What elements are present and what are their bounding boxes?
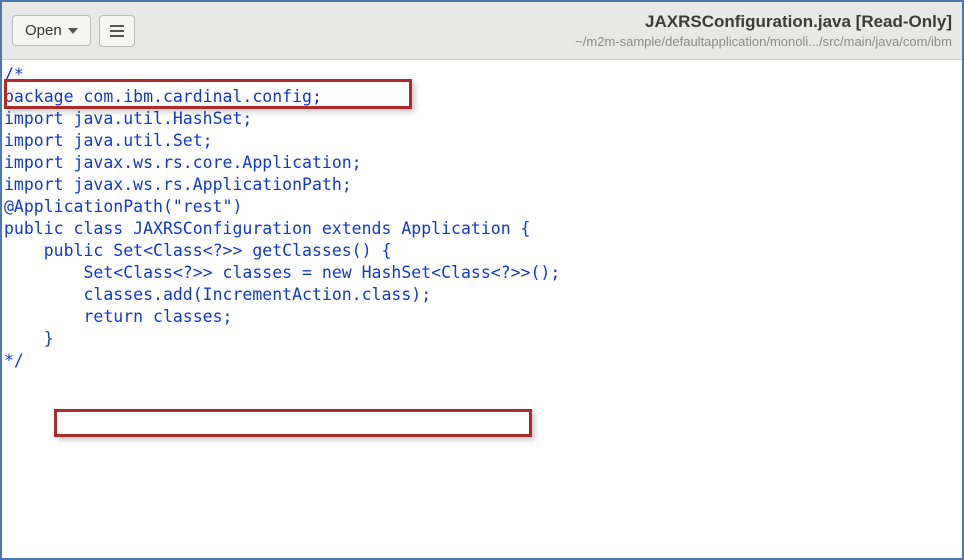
header-right: JAXRSConfiguration.java [Read-Only] ~/m2… xyxy=(575,12,952,49)
code-line: public Set<Class<?>> getClasses() { xyxy=(2,240,962,262)
header-left: Open xyxy=(12,15,135,47)
code-line: return classes; xyxy=(2,306,962,328)
code-editor: /* package com.ibm.cardinal.config; impo… xyxy=(2,60,962,558)
chevron-down-icon xyxy=(68,28,78,34)
code-line: public class JAXRSConfiguration extends … xyxy=(2,218,962,240)
menu-button[interactable] xyxy=(99,15,135,47)
file-path: ~/m2m-sample/defaultapplication/monoli..… xyxy=(575,34,952,49)
code-line: Set<Class<?>> classes = new HashSet<Clas… xyxy=(2,262,962,284)
file-title: JAXRSConfiguration.java [Read-Only] xyxy=(575,12,952,32)
code-line: */ xyxy=(2,350,962,372)
open-button-label: Open xyxy=(25,22,62,39)
code-line: import java.util.Set; xyxy=(2,130,962,152)
code-line: /* xyxy=(2,64,962,86)
highlight-box-classes-add xyxy=(54,409,532,437)
code-line: @ApplicationPath("rest") xyxy=(2,196,962,218)
code-line: import java.util.HashSet; xyxy=(2,108,962,130)
code-line: import javax.ws.rs.ApplicationPath; xyxy=(2,174,962,196)
open-button[interactable]: Open xyxy=(12,15,91,46)
editor-header: Open JAXRSConfiguration.java [Read-Only]… xyxy=(2,2,962,60)
code-line: package com.ibm.cardinal.config; xyxy=(2,86,962,108)
code-line: classes.add(IncrementAction.class); xyxy=(2,284,962,306)
code-line: import javax.ws.rs.core.Application; xyxy=(2,152,962,174)
code-line: } xyxy=(2,328,962,350)
hamburger-icon xyxy=(109,23,125,39)
